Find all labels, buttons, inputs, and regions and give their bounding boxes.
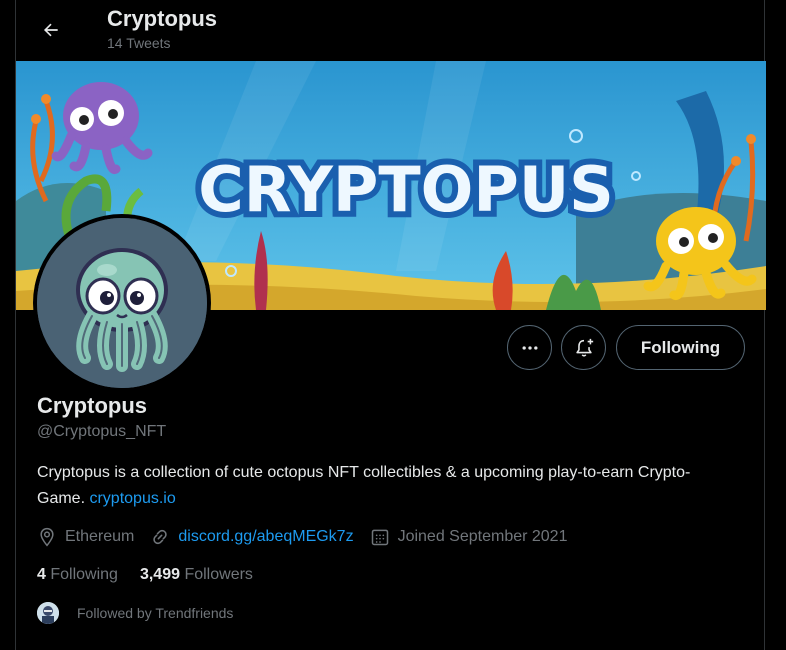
arrow-left-icon	[43, 23, 58, 37]
location-text: Ethereum	[65, 528, 135, 545]
followers-stat[interactable]: 3,499 Followers	[140, 566, 253, 584]
location-pin-icon	[40, 527, 54, 547]
header-title: Cryptopus	[107, 6, 217, 31]
banner-wordmark: CRYPTOPUS	[198, 153, 614, 226]
followers-stat-label: Followers	[184, 566, 253, 583]
profile-column: Cryptopus 14 Tweets CRYPTOPUS CRYPTOPUS …	[15, 0, 766, 650]
more-options-button[interactable]	[507, 325, 552, 370]
follower-avatar	[37, 602, 59, 624]
profile-handle: @Cryptopus_NFT	[37, 423, 167, 440]
bio-link[interactable]: cryptopus.io	[89, 490, 175, 507]
following-button[interactable]: Following	[616, 325, 745, 370]
profile-header-bar: Cryptopus 14 Tweets	[16, 0, 766, 60]
website-link[interactable]: discord.gg/abeqMEGk7z	[178, 528, 353, 546]
following-stat-label: Following	[50, 566, 118, 583]
followed-by-text: Followed by Trendfriends	[77, 605, 234, 621]
tweet-count: 14 Tweets	[107, 35, 171, 51]
followers-count: 3,499	[139, 566, 180, 583]
profile-avatar[interactable]	[33, 214, 211, 392]
profile-stats: 4 Following 3,499 Followers	[37, 566, 275, 584]
back-button[interactable]	[34, 13, 68, 47]
more-horizontal-icon	[522, 345, 537, 350]
profile-bio: Cryptopus is a collection of cute octopu…	[37, 460, 737, 512]
followed-by[interactable]: Followed by Trendfriends	[37, 602, 233, 624]
location-item: Ethereum	[37, 527, 134, 547]
link-icon	[153, 529, 168, 545]
calendar-icon	[371, 529, 388, 546]
following-stat[interactable]: 4 Following	[37, 566, 118, 584]
profile-name: Cryptopus	[37, 393, 147, 418]
octopus-avatar-image	[37, 218, 207, 388]
bell-plus-icon	[575, 338, 593, 357]
following-count: 4	[37, 566, 46, 583]
joined-text: Joined September 2021	[397, 528, 568, 545]
joined-item: Joined September 2021	[370, 527, 568, 547]
profile-meta: Ethereum discord.gg/abeqMEGk7z Joined Se…	[37, 525, 583, 549]
notifications-button[interactable]	[561, 325, 606, 370]
website-item[interactable]: discord.gg/abeqMEGk7z	[150, 527, 354, 547]
